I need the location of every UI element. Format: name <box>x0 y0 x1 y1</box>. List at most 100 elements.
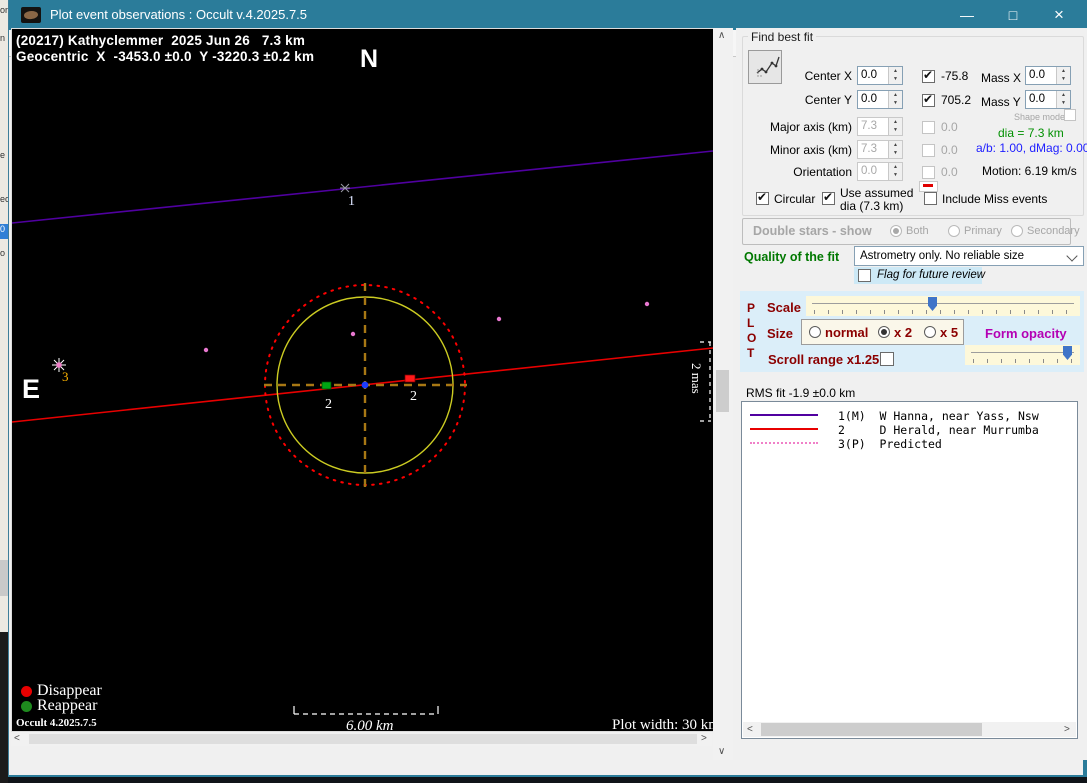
plot-vertical-scrollbar[interactable]: ∧ ∨ <box>713 28 733 760</box>
include-miss-checkbox[interactable] <box>924 192 937 205</box>
offset-y-checkbox[interactable]: ✔ <box>922 94 935 107</box>
close-button[interactable]: × <box>1036 0 1082 30</box>
shape-model-checkbox[interactable] <box>1064 109 1076 121</box>
maximize-button[interactable]: □ <box>990 0 1036 30</box>
chord3-line-swatch <box>750 442 818 444</box>
right-panel: Find best fit Center X 0.0 ▲▼ ✔ -75.8 Ma… <box>736 28 1087 760</box>
orientation-spinner[interactable]: 0.0 ▲▼ <box>857 162 903 181</box>
orientation-offset-checkbox[interactable] <box>922 166 935 179</box>
chord-row-1[interactable]: 1(M) W Hanna, near Yass, Nsw <box>742 408 1077 422</box>
orientation-arrows: ▲▼ <box>888 163 902 180</box>
check-icon: ✔ <box>923 68 933 82</box>
minor-offset-value: 0.0 <box>941 143 958 157</box>
motion-readout: Motion: 6.19 km/s <box>982 164 1077 178</box>
size-x2-radio[interactable] <box>878 326 890 338</box>
minor-axis-spinner[interactable]: 7.3 ▲▼ <box>857 140 903 159</box>
screen: or n e ec 0 o Plot event observations : … <box>0 0 1087 783</box>
spin-down-icon[interactable]: ▼ <box>1057 75 1070 83</box>
scroll-right-icon[interactable]: > <box>701 733 707 744</box>
double-both-radio[interactable] <box>890 225 902 237</box>
major-offset-checkbox[interactable] <box>922 121 935 134</box>
spin-up-icon[interactable]: ▲ <box>889 91 902 99</box>
mass-y-arrows[interactable]: ▲▼ <box>1056 91 1070 108</box>
spin-down-icon[interactable]: ▼ <box>889 99 902 107</box>
scroll-up-icon[interactable]: ∧ <box>718 30 725 41</box>
bg-selected-row: 0 <box>0 224 8 239</box>
center-y-arrows[interactable]: ▲▼ <box>888 91 902 108</box>
spin-up-icon[interactable]: ▲ <box>1057 67 1070 75</box>
size-radio-group: normal x 2 x 5 <box>801 319 964 345</box>
minimize-button[interactable]: — <box>944 0 990 30</box>
scale-label: Scale <box>767 300 801 315</box>
chord-row-2[interactable]: 2 D Herald, near Murrumba <box>742 422 1077 436</box>
orientation-offset-value: 0.0 <box>941 165 958 179</box>
marker1-label: 1 <box>348 194 355 209</box>
check-icon: ✔ <box>823 190 833 204</box>
reappear-marker <box>322 382 331 389</box>
horizontal-scroll-thumb[interactable] <box>29 734 697 744</box>
circular-label: Circular <box>774 192 815 206</box>
slider-track <box>812 303 1074 304</box>
mass-y-spinner[interactable]: 0.0 ▲▼ <box>1025 90 1071 109</box>
center-y-spinner[interactable]: 0.0 ▲▼ <box>857 90 903 109</box>
plot-canvas[interactable]: (20217) Kathyclemmer 2025 Jun 26 7.3 km … <box>11 28 714 732</box>
double-both-label: Both <box>906 225 929 237</box>
center-x-arrows[interactable]: ▲▼ <box>888 67 902 84</box>
mass-x-spinner[interactable]: 0.0 ▲▼ <box>1025 66 1071 85</box>
quality-combobox[interactable]: Astrometry only. No reliable size <box>854 246 1084 266</box>
center-x-spinner[interactable]: 0.0 ▲▼ <box>857 66 903 85</box>
mass-x-arrows[interactable]: ▲▼ <box>1056 67 1070 84</box>
plot-horizontal-scrollbar[interactable]: < > <box>11 732 712 746</box>
double-secondary-radio[interactable] <box>1011 225 1023 237</box>
form-opacity-slider-thumb[interactable] <box>1063 346 1072 360</box>
app-icon <box>21 7 41 23</box>
double-stars-label: Double stars - show <box>753 224 872 238</box>
quality-value: Astrometry only. No reliable size <box>860 250 1024 262</box>
chord-listbox[interactable]: 1(M) W Hanna, near Yass, Nsw 2 D Herald,… <box>741 401 1078 739</box>
use-assumed-dia-checkbox[interactable]: ✔ <box>822 192 835 205</box>
minor-offset-checkbox[interactable] <box>922 144 935 157</box>
use-assumed-label-2: dia (7.3 km) <box>840 199 903 213</box>
size-x5-label: x 5 <box>940 325 958 340</box>
offset-x-checkbox[interactable]: ✔ <box>922 70 935 83</box>
scale-slider[interactable] <box>806 296 1080 316</box>
vertical-scroll-thumb[interactable] <box>716 370 729 412</box>
scale-bar <box>294 706 438 714</box>
quality-label: Quality of the fit <box>744 250 839 264</box>
scroll-range-checkbox[interactable] <box>880 352 894 366</box>
offset-x-value: -75.8 <box>941 69 968 83</box>
chord2-line-swatch <box>750 428 818 430</box>
form-opacity-slider[interactable] <box>965 345 1080 365</box>
size-x5-radio[interactable] <box>924 326 936 338</box>
double-primary-radio[interactable] <box>948 225 960 237</box>
spin-up-icon[interactable]: ▲ <box>1057 91 1070 99</box>
minor-axis-arrows: ▲▼ <box>888 141 902 158</box>
spin-down-icon[interactable]: ▼ <box>1057 99 1070 107</box>
mass-x-value: 0.0 <box>1029 69 1045 81</box>
size-normal-label: normal <box>825 325 868 340</box>
dia-readout: dia = 7.3 km <box>998 126 1064 140</box>
major-axis-value: 7.3 <box>861 120 877 132</box>
circular-checkbox[interactable]: ✔ <box>756 192 769 205</box>
listbox-horizontal-scrollbar[interactable]: < > <box>743 722 1076 737</box>
plot-letter-p: P <box>747 301 755 315</box>
scroll-left-icon[interactable]: < <box>747 724 753 735</box>
scroll-right-icon[interactable]: > <box>1064 724 1070 735</box>
ab-dmag-readout: a/b: 1.00, dMag: 0.00 <box>976 141 1087 155</box>
minor-axis-label: Minor axis (km) <box>752 143 852 157</box>
double-secondary-label: Secondary <box>1027 225 1080 237</box>
size-normal-radio[interactable] <box>809 326 821 338</box>
window-titlebar[interactable]: Plot event observations : Occult v.4.202… <box>9 0 1083 30</box>
plot-graphics: 1 2 2 3 2 mas 6.00 km Plot width <box>12 29 713 731</box>
chord-row-3[interactable]: 3(P) Predicted <box>742 436 1077 450</box>
form-opacity-label: Form opacity <box>985 326 1067 341</box>
scroll-down-icon[interactable]: ∨ <box>718 746 725 757</box>
flag-review-checkbox[interactable] <box>858 269 871 282</box>
major-axis-spinner[interactable]: 7.3 ▲▼ <box>857 117 903 136</box>
scale-slider-thumb[interactable] <box>928 297 937 311</box>
listbox-scroll-thumb[interactable] <box>761 723 982 736</box>
spin-up-icon[interactable]: ▲ <box>889 67 902 75</box>
spin-down-icon[interactable]: ▼ <box>889 75 902 83</box>
scroll-left-icon[interactable]: < <box>14 733 20 744</box>
mass-x-label: Mass X <box>981 71 1021 85</box>
